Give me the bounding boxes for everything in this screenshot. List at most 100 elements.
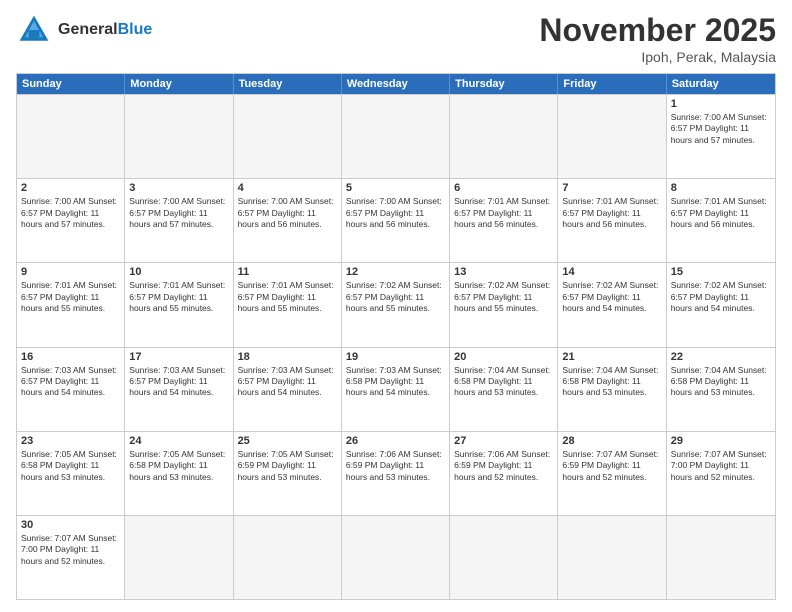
day-content: Sunrise: 7:07 AM Sunset: 7:00 PM Dayligh… [21,533,120,567]
day-number: 7 [562,182,661,194]
calendar-row: 23 Sunrise: 7:05 AM Sunset: 6:58 PM Dayli… [17,431,775,515]
calendar-cell: 30 Sunrise: 7:07 AM Sunset: 7:00 PM Dayli… [17,516,125,599]
day-content: Sunrise: 7:03 AM Sunset: 6:57 PM Dayligh… [238,365,337,399]
day-number: 20 [454,351,553,363]
calendar-cell: 25Sunrise: 7:05 AM Sunset: 6:59 PM Dayli… [234,432,342,515]
day-content: Sunrise: 7:06 AM Sunset: 6:59 PM Dayligh… [454,449,553,483]
day-content: Sunrise: 7:05 AM Sunset: 6:59 PM Dayligh… [238,449,337,483]
day-content: Sunrise: 7:00 AM Sunset: 6:57 PM Dayligh… [671,112,771,146]
weekday-header: Tuesday [234,74,342,94]
calendar-cell: 6 Sunrise: 7:01 AM Sunset: 6:57 PM Daylig… [450,179,558,262]
day-number: 12 [346,266,445,278]
day-number: 21 [562,351,661,363]
calendar-cell [342,95,450,178]
day-number: 29 [671,435,771,447]
day-number: 3 [129,182,228,194]
day-content: Sunrise: 7:00 AM Sunset: 6:57 PM Dayligh… [129,196,228,230]
calendar-cell: 19Sunrise: 7:03 AM Sunset: 6:58 PM Dayli… [342,348,450,431]
calendar-cell: 16 Sunrise: 7:03 AM Sunset: 6:57 PM Dayli… [17,348,125,431]
weekday-header: Monday [125,74,233,94]
calendar-cell: 2Sunrise: 7:00 AM Sunset: 6:57 PM Daylig… [17,179,125,262]
weekday-header: Sunday [17,74,125,94]
day-content: Sunrise: 7:01 AM Sunset: 6:57 PM Dayligh… [129,280,228,314]
calendar-cell [125,95,233,178]
calendar-row: 16 Sunrise: 7:03 AM Sunset: 6:57 PM Dayli… [17,347,775,431]
weekday-header: Saturday [667,74,775,94]
day-content: Sunrise: 7:03 AM Sunset: 6:58 PM Dayligh… [346,365,445,399]
day-content: Sunrise: 7:03 AM Sunset: 6:57 PM Dayligh… [21,365,120,399]
day-number: 8 [671,182,771,194]
day-content: Sunrise: 7:01 AM Sunset: 6:57 PM Dayligh… [562,196,661,230]
day-content: Sunrise: 7:04 AM Sunset: 6:58 PM Dayligh… [454,365,553,399]
calendar-cell: 17Sunrise: 7:03 AM Sunset: 6:57 PM Dayli… [125,348,233,431]
day-content: Sunrise: 7:02 AM Sunset: 6:57 PM Dayligh… [671,280,771,314]
day-number: 28 [562,435,661,447]
day-content: Sunrise: 7:02 AM Sunset: 6:57 PM Dayligh… [346,280,445,314]
day-content: Sunrise: 7:06 AM Sunset: 6:59 PM Dayligh… [346,449,445,483]
month-title: November 2025 [539,12,776,49]
calendar-cell: 23 Sunrise: 7:05 AM Sunset: 6:58 PM Dayli… [17,432,125,515]
calendar-cell [234,95,342,178]
day-content: Sunrise: 7:00 AM Sunset: 6:57 PM Dayligh… [346,196,445,230]
calendar-row: 30 Sunrise: 7:07 AM Sunset: 7:00 PM Dayli… [17,515,775,599]
day-content: Sunrise: 7:01 AM Sunset: 6:57 PM Dayligh… [454,196,553,230]
calendar-cell: 11Sunrise: 7:01 AM Sunset: 6:57 PM Dayli… [234,263,342,346]
day-content: Sunrise: 7:01 AM Sunset: 6:57 PM Dayligh… [671,196,771,230]
day-number: 9 [21,266,120,278]
calendar-cell: 28 Sunrise: 7:07 AM Sunset: 6:59 PM Dayli… [558,432,666,515]
calendar-cell: 5 Sunrise: 7:00 AM Sunset: 6:57 PM Daylig… [342,179,450,262]
calendar-cell: 8 Sunrise: 7:01 AM Sunset: 6:57 PM Daylig… [667,179,775,262]
day-number: 13 [454,266,553,278]
day-number: 6 [454,182,553,194]
day-content: Sunrise: 7:04 AM Sunset: 6:58 PM Dayligh… [562,365,661,399]
day-number: 15 [671,266,771,278]
day-number: 5 [346,182,445,194]
day-content: Sunrise: 7:05 AM Sunset: 6:58 PM Dayligh… [21,449,120,483]
title-block: November 2025 Ipoh, Perak, Malaysia [539,12,776,65]
day-number: 23 [21,435,120,447]
day-content: Sunrise: 7:00 AM Sunset: 6:57 PM Dayligh… [238,196,337,230]
calendar-cell: 1 Sunrise: 7:00 AM Sunset: 6:57 PM Daylig… [667,95,775,178]
calendar-header: SundayMondayTuesdayWednesdayThursdayFrid… [17,74,775,94]
day-number: 1 [671,98,771,110]
weekday-header: Thursday [450,74,558,94]
day-number: 24 [129,435,228,447]
day-content: Sunrise: 7:03 AM Sunset: 6:57 PM Dayligh… [129,365,228,399]
calendar-cell: 29Sunrise: 7:07 AM Sunset: 7:00 PM Dayli… [667,432,775,515]
calendar-cell [667,516,775,599]
calendar-cell: 7 Sunrise: 7:01 AM Sunset: 6:57 PM Daylig… [558,179,666,262]
calendar-cell: 14Sunrise: 7:02 AM Sunset: 6:57 PM Dayli… [558,263,666,346]
calendar-cell: 22Sunrise: 7:04 AM Sunset: 6:58 PM Dayli… [667,348,775,431]
day-number: 22 [671,351,771,363]
day-content: Sunrise: 7:00 AM Sunset: 6:57 PM Dayligh… [21,196,120,230]
weekday-header: Friday [558,74,666,94]
weekday-header: Wednesday [342,74,450,94]
header: GeneralBlue November 2025 Ipoh, Perak, M… [16,12,776,65]
page: GeneralBlue November 2025 Ipoh, Perak, M… [0,0,792,612]
calendar-cell: 3 Sunrise: 7:00 AM Sunset: 6:57 PM Daylig… [125,179,233,262]
day-content: Sunrise: 7:01 AM Sunset: 6:57 PM Dayligh… [238,280,337,314]
logo: GeneralBlue [16,12,152,48]
day-number: 10 [129,266,228,278]
calendar-cell: 18 Sunrise: 7:03 AM Sunset: 6:57 PM Dayli… [234,348,342,431]
day-number: 14 [562,266,661,278]
day-number: 4 [238,182,337,194]
calendar-cell: 20 Sunrise: 7:04 AM Sunset: 6:58 PM Dayli… [450,348,558,431]
day-number: 26 [346,435,445,447]
day-content: Sunrise: 7:05 AM Sunset: 6:58 PM Dayligh… [129,449,228,483]
calendar-cell [450,95,558,178]
calendar-cell: 21 Sunrise: 7:04 AM Sunset: 6:58 PM Dayli… [558,348,666,431]
day-number: 18 [238,351,337,363]
day-number: 16 [21,351,120,363]
day-content: Sunrise: 7:07 AM Sunset: 6:59 PM Dayligh… [562,449,661,483]
calendar-row: 2Sunrise: 7:00 AM Sunset: 6:57 PM Daylig… [17,178,775,262]
calendar-cell [558,516,666,599]
day-number: 30 [21,519,120,531]
calendar-cell [17,95,125,178]
calendar-body: 1 Sunrise: 7:00 AM Sunset: 6:57 PM Daylig… [17,94,775,599]
calendar-cell: 27 Sunrise: 7:06 AM Sunset: 6:59 PM Dayli… [450,432,558,515]
calendar-cell: 26 Sunrise: 7:06 AM Sunset: 6:59 PM Dayli… [342,432,450,515]
calendar-cell: 15 Sunrise: 7:02 AM Sunset: 6:57 PM Dayli… [667,263,775,346]
day-number: 27 [454,435,553,447]
calendar-cell: 10 Sunrise: 7:01 AM Sunset: 6:57 PM Dayli… [125,263,233,346]
